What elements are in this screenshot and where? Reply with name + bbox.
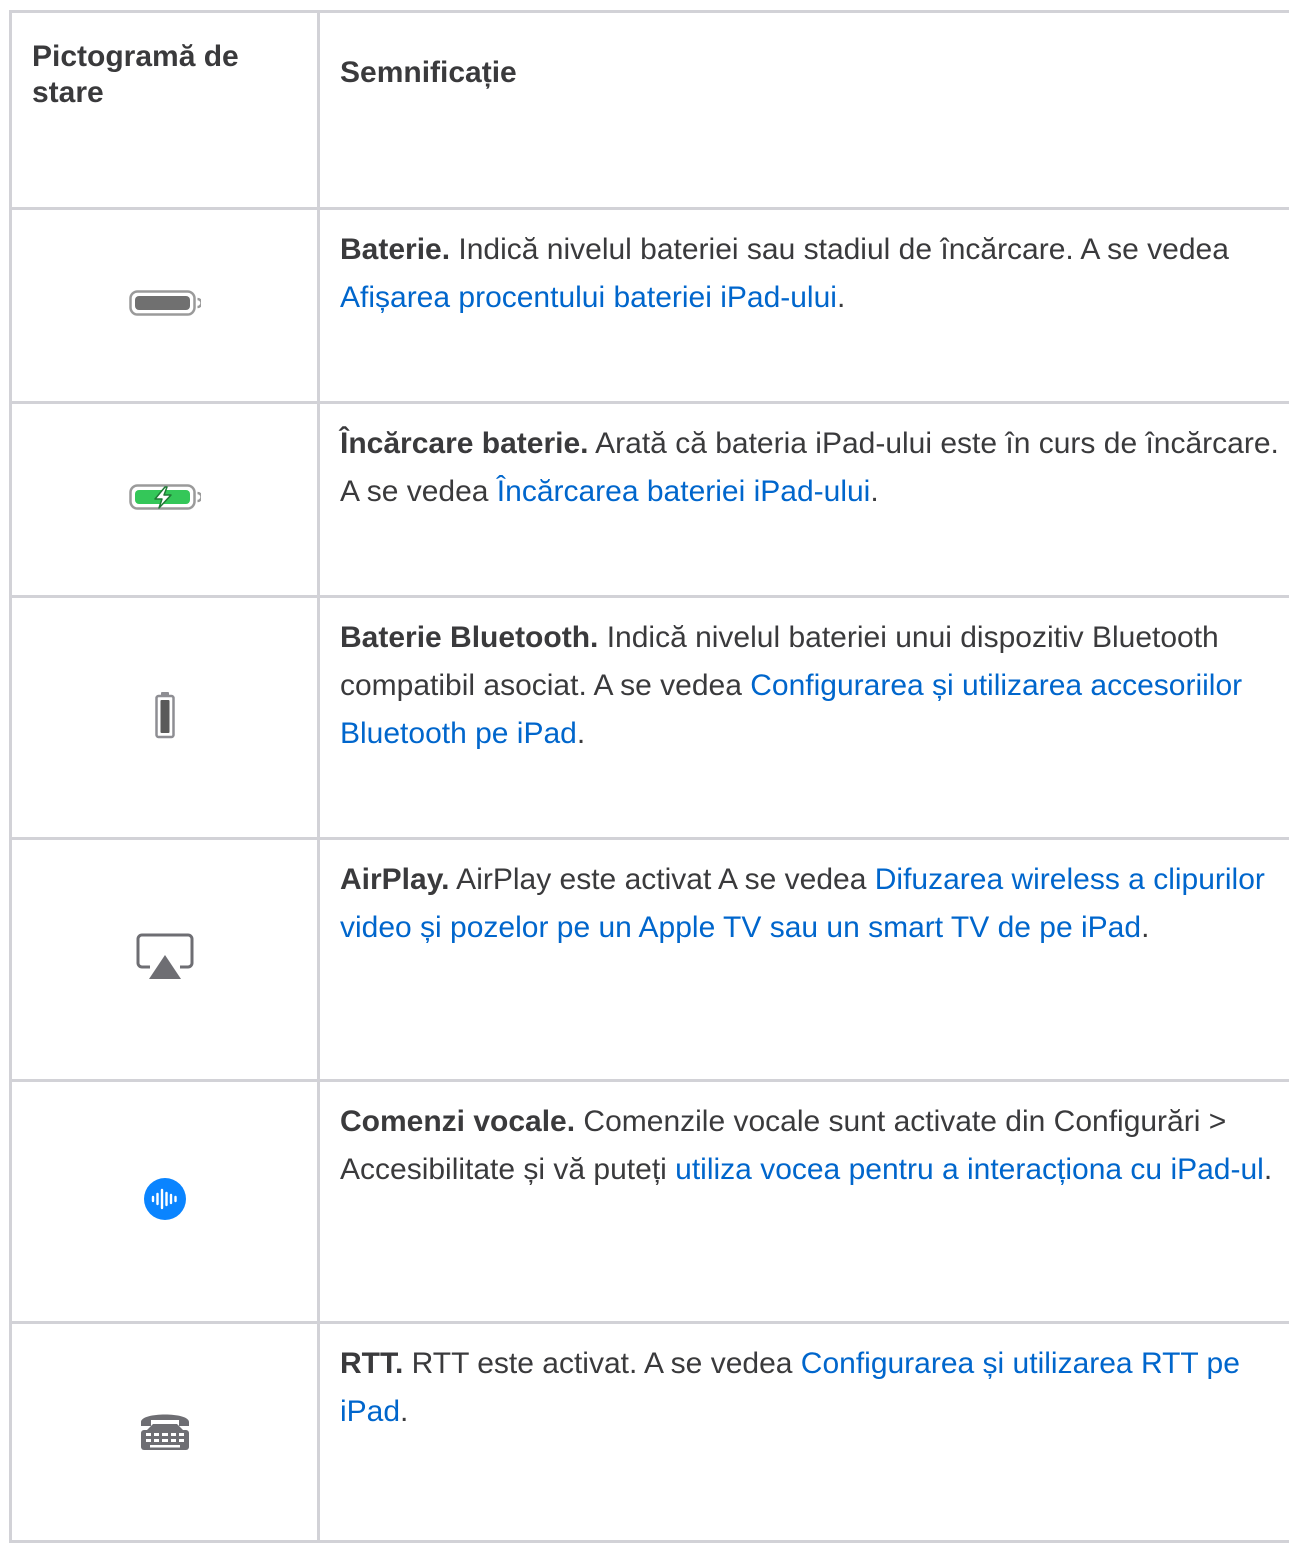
row-title: Încărcare baterie. (340, 427, 588, 460)
battery-icon (129, 288, 201, 318)
icon-cell (11, 1323, 319, 1542)
meaning-cell: Baterie Bluetooth. Indică nivelul bateri… (319, 597, 1289, 839)
status-icons-table: Pictogramă de stare Semnificație Baterie… (9, 10, 1289, 1543)
meaning-cell: Comenzi vocale. Comenzile vocale sunt ac… (319, 1081, 1289, 1323)
table-row: AirPlay. AirPlay este activat A se vedea… (11, 839, 1289, 1081)
row-text: AirPlay este activat A se vedea (450, 863, 875, 896)
airplay-icon (136, 933, 194, 981)
row-link[interactable]: utiliza vocea pentru a interacționa cu i… (675, 1153, 1264, 1186)
meaning-cell: Baterie. Indică nivelul bateriei sau sta… (319, 209, 1289, 403)
rtt-icon (137, 1408, 193, 1452)
row-suffix: . (870, 475, 878, 508)
row-title: Baterie Bluetooth. (340, 621, 598, 654)
icon-cell (11, 839, 319, 1081)
table-header-row: Pictogramă de stare Semnificație (11, 12, 1289, 209)
icon-cell (11, 597, 319, 839)
table-row: Baterie Bluetooth. Indică nivelul bateri… (11, 597, 1289, 839)
row-title: RTT. (340, 1347, 403, 1380)
row-suffix: . (577, 717, 585, 750)
table-row: Baterie. Indică nivelul bateriei sau sta… (11, 209, 1289, 403)
icon-cell (11, 1081, 319, 1323)
row-suffix: . (837, 281, 845, 314)
table-row: Comenzi vocale. Comenzile vocale sunt ac… (11, 1081, 1289, 1323)
row-text: RTT este activat. A se vedea (403, 1347, 800, 1380)
row-title: Comenzi vocale. (340, 1105, 575, 1138)
row-title: AirPlay. (340, 863, 450, 896)
row-suffix: . (1141, 911, 1149, 944)
row-text: Indică nivelul bateriei sau stadiul de î… (450, 233, 1229, 266)
row-suffix: . (1264, 1153, 1272, 1186)
bluetooth-battery-icon (153, 691, 177, 739)
meaning-cell: RTT. RTT este activat. A se vedea Config… (319, 1323, 1289, 1542)
row-title: Baterie. (340, 233, 450, 266)
table-row: RTT. RTT este activat. A se vedea Config… (11, 1323, 1289, 1542)
row-suffix: . (400, 1395, 408, 1428)
voice-control-icon (143, 1177, 187, 1221)
battery-charging-icon (129, 482, 201, 512)
meaning-cell: AirPlay. AirPlay este activat A se vedea… (319, 839, 1289, 1081)
header-icon-column: Pictogramă de stare (11, 12, 319, 209)
header-meaning-column: Semnificație (319, 12, 1289, 209)
icon-cell (11, 403, 319, 597)
meaning-cell: Încărcare baterie. Arată că bateria iPad… (319, 403, 1289, 597)
table-row: Încărcare baterie. Arată că bateria iPad… (11, 403, 1289, 597)
row-link[interactable]: Încărcarea bateriei iPad-ului (497, 475, 871, 508)
icon-cell (11, 209, 319, 403)
row-link[interactable]: Afișarea procentului bateriei iPad-ului (340, 281, 837, 314)
